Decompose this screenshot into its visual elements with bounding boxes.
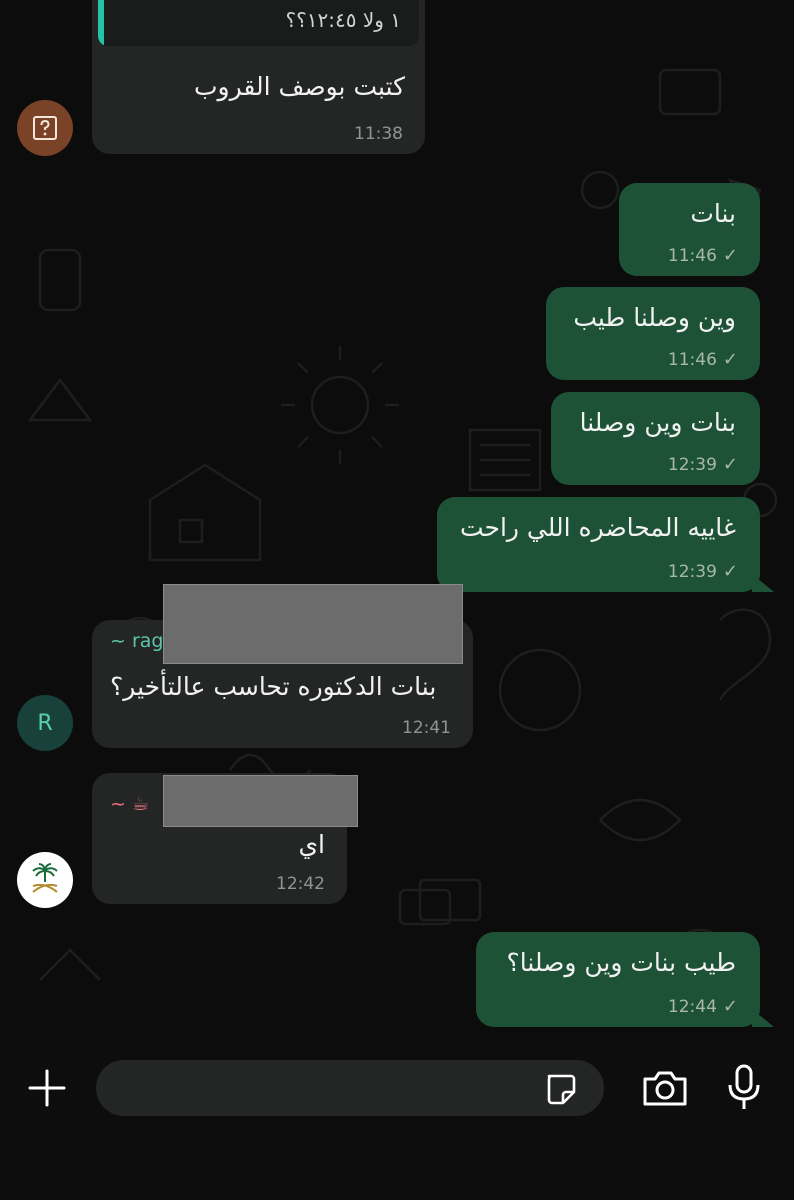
message-text: بنات [690, 199, 736, 228]
message-text: بنات وين وصلنا [579, 408, 736, 437]
sender-name[interactable]: ~ rag [110, 630, 163, 652]
plus-icon [28, 1069, 66, 1107]
message-text: اي [298, 830, 325, 859]
outgoing-message-bubble[interactable]: بنات وين وصلنا 12:39 ✓ [551, 392, 760, 485]
quoted-reply[interactable]: ١ ولا ١٢:٤٥؟؟ [98, 0, 419, 46]
message-meta: 12:44 ✓ [668, 996, 738, 1017]
camera-button[interactable] [640, 1065, 690, 1111]
voice-message-button[interactable] [722, 1061, 766, 1115]
message-text: كتبت بوصف القروب [193, 72, 405, 101]
sent-check-icon: ✓ [722, 996, 738, 1017]
sent-check-icon: ✓ [722, 245, 738, 266]
question-mark-icon [33, 116, 57, 140]
bubble-tail [752, 1009, 774, 1027]
message-time: 11:38 [354, 124, 403, 144]
sent-check-icon: ✓ [722, 561, 738, 582]
message-meta: 11:38 [354, 124, 403, 144]
message-meta: 11:46 ✓ [668, 349, 738, 370]
redaction-box [163, 775, 358, 827]
sent-check-icon: ✓ [722, 349, 738, 370]
message-meta: 12:42 [276, 874, 325, 894]
sticker-button[interactable] [542, 1071, 578, 1107]
message-time: 12:42 [276, 874, 325, 894]
message-time: 12:41 [402, 718, 451, 738]
message-text: طيب بنات وين وصلنا؟ [506, 948, 736, 977]
bubble-tail [752, 574, 774, 592]
camera-icon [643, 1071, 687, 1106]
outgoing-message-bubble[interactable]: طيب بنات وين وصلنا؟ 12:44 ✓ [476, 932, 760, 1027]
message-time: 12:44 [667, 996, 717, 1017]
message-meta: 12:39 ✓ [668, 454, 738, 475]
redaction-box [163, 584, 463, 664]
attach-button[interactable] [24, 1065, 70, 1111]
message-input-bar [0, 1043, 794, 1200]
outgoing-message-bubble[interactable]: غاييه المحاضره اللي راحت 12:39 ✓ [437, 497, 760, 592]
sent-check-icon: ✓ [722, 454, 738, 475]
avatar[interactable] [17, 100, 73, 156]
chat-area[interactable]: ١ ولا ١٢:٤٥؟؟ كتبت بوصف القروب 11:38 بنا… [0, 0, 794, 1043]
message-time: 11:46 [667, 245, 717, 266]
avatar[interactable]: R [17, 695, 73, 751]
reply-accent-bar [98, 0, 104, 46]
message-meta: 11:46 ✓ [668, 245, 738, 266]
message-time: 12:39 [667, 561, 717, 582]
sender-name[interactable]: ~ ☕ [110, 793, 149, 815]
sticker-icon [547, 1074, 576, 1105]
message-text: بنات الدكتوره تحاسب عالتأخير؟ [110, 672, 437, 701]
quoted-text: ١ ولا ١٢:٤٥؟؟ [285, 8, 401, 32]
message-text: غاييه المحاضره اللي راحت [459, 513, 736, 542]
incoming-message-bubble[interactable]: ١ ولا ١٢:٤٥؟؟ كتبت بوصف القروب 11:38 [92, 0, 425, 154]
avatar[interactable] [17, 852, 73, 908]
message-time: 12:39 [667, 454, 717, 475]
message-time: 11:46 [667, 349, 717, 370]
palm-tree-swords-emblem-icon [32, 863, 58, 893]
outgoing-message-bubble[interactable]: بنات 11:46 ✓ [619, 183, 760, 276]
outgoing-message-bubble[interactable]: وين وصلنا طيب 11:46 ✓ [546, 287, 760, 380]
message-meta: 12:41 [402, 718, 451, 738]
message-meta: 12:39 ✓ [668, 561, 738, 582]
avatar-letter: R [37, 710, 53, 736]
microphone-icon [728, 1064, 760, 1109]
message-input[interactable] [96, 1060, 604, 1116]
message-text: وين وصلنا طيب [573, 303, 736, 332]
